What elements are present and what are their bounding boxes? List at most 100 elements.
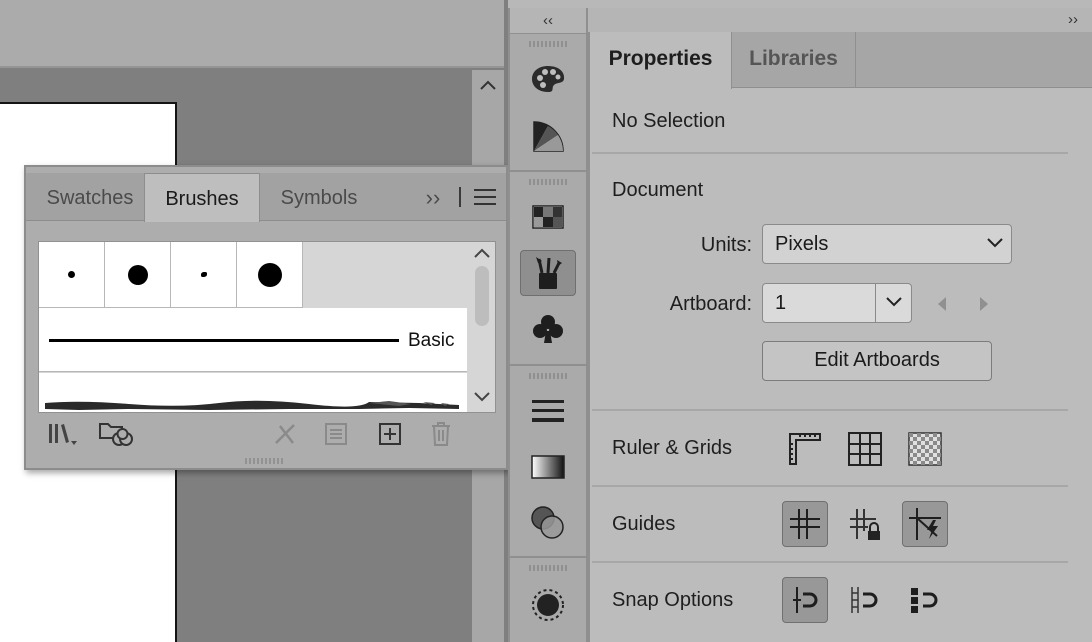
next-artboard-icon[interactable] — [978, 296, 990, 312]
properties-tab-bar: Properties Libraries — [590, 32, 1092, 89]
smart-guides-icon — [909, 508, 941, 540]
previous-artboard-icon[interactable] — [936, 296, 948, 312]
ruler-grids-heading: Ruler & Grids — [612, 437, 733, 459]
properties-panel: Properties Libraries No Selection Docume… — [588, 32, 1092, 642]
lock-guides-button[interactable] — [842, 501, 888, 547]
brush-row-basic[interactable]: Basic — [39, 308, 467, 372]
stroke-icon — [532, 400, 564, 422]
divider — [592, 409, 1068, 411]
dock-group-grip[interactable] — [528, 565, 568, 571]
guides-heading: Guides — [612, 513, 676, 535]
transparency-grid-icon — [908, 432, 942, 466]
dock-gradient-button[interactable] — [520, 444, 576, 490]
units-value: Pixels — [775, 233, 829, 255]
divider — [592, 561, 1068, 563]
tab-swatches[interactable]: Swatches — [36, 173, 144, 221]
gradient-icon — [531, 455, 565, 479]
dock-group-grip[interactable] — [528, 41, 568, 47]
brush-options-icon[interactable] — [324, 422, 348, 446]
edit-artboards-button[interactable]: Edit Artboards — [762, 341, 992, 381]
dock-group-libraries — [510, 172, 586, 366]
panel-resize-grip[interactable] — [244, 457, 284, 465]
dock-group-appearance — [510, 366, 586, 558]
dock-transparency-button[interactable] — [520, 500, 576, 546]
snap-to-grid-icon — [851, 587, 878, 613]
basic-brush-label: Basic — [408, 330, 455, 351]
tab-properties[interactable]: Properties — [590, 32, 732, 89]
symbols-icon — [533, 315, 563, 343]
brush-swatch-small-calligraphic[interactable] — [39, 242, 105, 308]
collapse-dock-button[interactable]: ‹‹ — [510, 8, 586, 34]
snap-to-point-button[interactable] — [782, 577, 828, 623]
brush-row-charcoal[interactable] — [39, 373, 467, 412]
dock-symbols-button[interactable] — [520, 306, 576, 352]
snap-to-pixel-button[interactable] — [902, 577, 948, 623]
transparency-icon — [531, 506, 564, 539]
dock-group-grip[interactable] — [528, 373, 568, 379]
divider — [592, 152, 1068, 154]
remove-stroke-icon[interactable] — [272, 421, 298, 447]
divider — [592, 485, 1068, 487]
scroll-down-icon[interactable] — [474, 392, 490, 402]
dock-appearance-button[interactable] — [520, 582, 576, 628]
new-brush-icon[interactable] — [378, 422, 402, 446]
tab-symbols[interactable]: Symbols — [260, 173, 378, 221]
appearance-icon — [532, 589, 564, 621]
expand-panels-icon[interactable]: ›› — [418, 173, 448, 221]
dock-color-button[interactable] — [520, 56, 576, 102]
dock-brushes-button[interactable] — [520, 250, 576, 296]
scroll-thumb[interactable] — [475, 266, 489, 326]
brushes-panel-footer — [26, 417, 506, 453]
brush-swatch-round-medium[interactable] — [105, 242, 171, 308]
tab-brushes[interactable]: Brushes — [144, 173, 260, 222]
brush-libraries-icon[interactable] — [48, 421, 78, 447]
ruler-icon — [789, 433, 821, 465]
dock-swatches-button[interactable] — [520, 194, 576, 240]
brush-list: Basic — [38, 241, 496, 413]
scroll-up-icon[interactable] — [474, 248, 490, 258]
dock-group-color — [510, 34, 586, 172]
lock-guides-icon — [850, 509, 880, 540]
units-label: Units: — [700, 234, 752, 256]
panel-icon-dock: ‹‹ — [508, 8, 588, 642]
color-palette-icon — [532, 66, 565, 92]
brushes-panel-tab-bar: Swatches Brushes Symbols ›› — [26, 173, 506, 222]
tab-libraries[interactable]: Libraries — [732, 32, 856, 88]
dock-stroke-button[interactable] — [520, 388, 576, 434]
expand-panel-button[interactable]: ›› — [588, 8, 1092, 32]
charcoal-brush-stroke-preview — [45, 400, 459, 410]
swatches-icon — [532, 205, 564, 229]
panel-menu-icon[interactable] — [474, 188, 496, 206]
chevron-down-icon[interactable] — [886, 297, 902, 307]
field-separator — [875, 284, 876, 322]
chevron-down-icon — [987, 238, 1003, 248]
toggle-rulers-button[interactable] — [782, 426, 828, 472]
brush-swatch-calligraphic-angled[interactable] — [171, 242, 237, 308]
snap-to-grid-button[interactable] — [842, 577, 888, 623]
dock-color-guide-button[interactable] — [520, 114, 576, 160]
selection-status: No Selection — [612, 110, 726, 132]
brushes-icon — [536, 257, 562, 289]
dock-group-appearance-2 — [510, 558, 586, 642]
scroll-up-icon[interactable] — [480, 80, 496, 90]
smart-guides-button[interactable] — [902, 501, 948, 547]
snap-to-point-icon — [793, 587, 818, 613]
snap-to-pixel-icon — [911, 588, 938, 613]
artboard-value: 1 — [775, 292, 787, 314]
toggle-guides-button[interactable] — [782, 501, 828, 547]
artboard-field[interactable]: 1 — [762, 283, 912, 323]
delete-brush-icon[interactable] — [429, 421, 453, 447]
brush-list-scrollbar[interactable] — [469, 242, 495, 412]
color-guide-icon — [533, 121, 564, 152]
basic-brush-stroke-preview — [49, 339, 399, 342]
units-select[interactable]: Pixels — [762, 224, 1012, 264]
dock-group-grip[interactable] — [528, 179, 568, 185]
libraries-panel-icon[interactable] — [98, 418, 134, 448]
artboard-label: Artboard: — [669, 293, 752, 315]
toggle-transparency-grid-button[interactable] — [902, 426, 948, 472]
brushes-panel: Swatches Brushes Symbols ›› Basic — [24, 165, 508, 470]
document-tab-bar — [0, 0, 504, 68]
guides-icon — [790, 509, 820, 539]
brush-swatch-round-large[interactable] — [237, 242, 303, 308]
toggle-grid-button[interactable] — [842, 426, 888, 472]
